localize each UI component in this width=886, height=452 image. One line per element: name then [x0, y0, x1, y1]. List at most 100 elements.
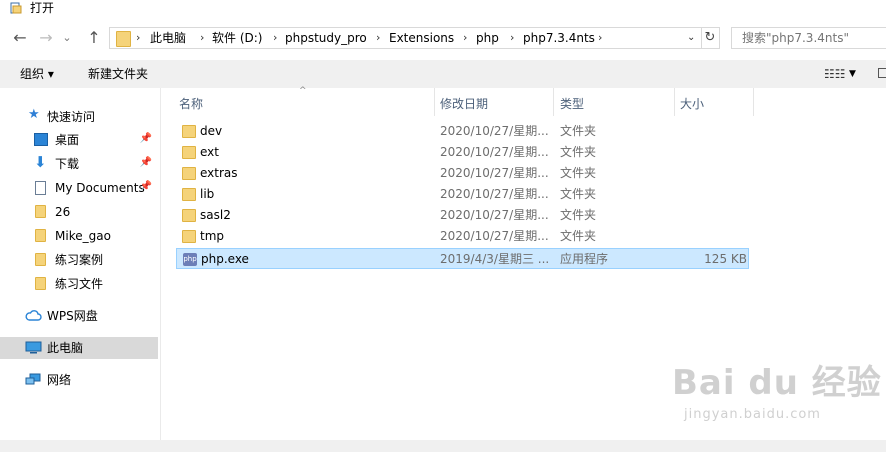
download-icon: ⬇ [34, 153, 47, 171]
file-type: 文件夹 [560, 208, 597, 222]
file-name: php.exe [201, 252, 249, 266]
sidebar-item-quick-access[interactable]: ★ 快速访问 [0, 106, 158, 128]
back-button[interactable]: ← [10, 28, 30, 48]
file-modified: 2020/10/27/星期... [440, 124, 549, 138]
forward-button[interactable]: → [36, 28, 56, 48]
folder-icon [182, 125, 196, 138]
sidebar-item-practice-cases[interactable]: 练习案例 [0, 249, 158, 271]
sidebar-item-label: 下载 [55, 157, 80, 171]
address-bar[interactable]: › 此电脑 › 软件 (D:) › phpstudy_pro › Extensi… [109, 27, 702, 49]
file-modified: 2020/10/27/星期... [440, 166, 549, 180]
view-dropdown-icon[interactable]: ▼ [849, 64, 856, 84]
sidebar-item-label: 网络 [47, 373, 72, 387]
new-folder-button[interactable]: 新建文件夹 [88, 64, 148, 84]
breadcrumb-php734nts[interactable]: php7.3.4nts [523, 28, 595, 48]
table-row[interactable]: dev 2020/10/27/星期... 文件夹 [176, 121, 749, 142]
chevron-right-icon[interactable]: › [598, 28, 602, 48]
file-modified: 2019/4/3/星期三 ... [440, 252, 550, 266]
watermark-url: jingyan.baidu.com [684, 407, 821, 422]
view-options-icon[interactable]: ☷☷ [824, 64, 846, 84]
organize-button[interactable]: 组织 ▾ [20, 64, 54, 84]
breadcrumb-phpstudy[interactable]: phpstudy_pro [285, 28, 367, 48]
sidebar-item-my-documents[interactable]: My Documents 📌 [0, 177, 158, 199]
file-name: tmp [200, 229, 225, 243]
file-type: 文件夹 [560, 187, 597, 201]
file-type: 文件夹 [560, 145, 597, 159]
table-row[interactable]: sasl2 2020/10/27/星期... 文件夹 [176, 205, 749, 226]
file-type: 文件夹 [560, 166, 597, 180]
sidebar-item-mike-gao[interactable]: Mike_gao [0, 225, 158, 247]
sidebar-item-this-pc[interactable]: 此电脑 [0, 337, 158, 359]
file-name: extras [200, 166, 238, 180]
star-icon: ★ [28, 107, 40, 122]
file-name: sasl2 [200, 208, 231, 222]
folder-icon [182, 167, 196, 180]
table-row[interactable]: extras 2020/10/27/星期... 文件夹 [176, 163, 749, 184]
column-divider[interactable] [753, 88, 754, 116]
sidebar-item-practice-files[interactable]: 练习文件 [0, 273, 158, 295]
chevron-right-icon[interactable]: › [273, 28, 277, 48]
php-file-icon: php [183, 253, 197, 266]
breadcrumb-php[interactable]: php [476, 28, 499, 48]
pin-icon[interactable]: 📌 [140, 133, 152, 144]
refresh-button[interactable]: ↻ [701, 27, 720, 49]
folder-icon [182, 230, 196, 243]
column-header-modified[interactable]: 修改日期 [440, 92, 488, 116]
folder-icon [35, 229, 46, 242]
sidebar-item-downloads[interactable]: ⬇ 下载 📌 [0, 153, 158, 175]
document-icon [35, 181, 46, 195]
toolbar: 组织 ▾ 新建文件夹 ☷☷ ▼ [0, 60, 886, 88]
sidebar-item-label: Mike_gao [55, 229, 111, 243]
computer-icon [25, 341, 42, 354]
table-row[interactable]: tmp 2020/10/27/星期... 文件夹 [176, 226, 749, 247]
table-row[interactable]: ext 2020/10/27/星期... 文件夹 [176, 142, 749, 163]
chevron-right-icon[interactable]: › [136, 28, 140, 48]
chevron-right-icon[interactable]: › [200, 28, 204, 48]
breadcrumb-drive-d[interactable]: 软件 (D:) [212, 28, 262, 48]
baidu-watermark: Bai du 经验 jingyan.baidu.com [672, 355, 882, 435]
folder-icon [116, 31, 131, 47]
sidebar-item-network[interactable]: 网络 [0, 369, 158, 391]
folder-icon [182, 146, 196, 159]
search-input[interactable] [731, 27, 886, 49]
sidebar-item-label: 桌面 [55, 133, 80, 147]
folder-icon [182, 209, 196, 222]
folder-icon [35, 277, 46, 290]
column-header-size[interactable]: 大小 [680, 92, 704, 116]
title-bar: 打开 [0, 0, 886, 18]
chevron-right-icon[interactable]: › [510, 28, 514, 48]
column-divider[interactable] [674, 88, 675, 116]
chevron-right-icon[interactable]: › [463, 28, 467, 48]
preview-pane-icon[interactable] [878, 68, 886, 78]
column-header-name[interactable]: 名称 [179, 92, 203, 116]
table-row[interactable]: lib 2020/10/27/星期... 文件夹 [176, 184, 749, 205]
file-type: 文件夹 [560, 229, 597, 243]
file-name: ext [200, 145, 219, 159]
table-row-selected[interactable]: php php.exe 2019/4/3/星期三 ... 应用程序 125 KB [176, 248, 749, 269]
sidebar-item-label: 练习文件 [55, 277, 104, 291]
bottom-strip [0, 440, 886, 452]
sidebar-item-wps-cloud[interactable]: WPS网盘 [0, 305, 158, 327]
column-divider[interactable] [553, 88, 554, 116]
file-name: lib [200, 187, 215, 201]
sidebar-item-label: 此电脑 [47, 341, 84, 355]
recent-locations-dropdown[interactable]: ⌄ [60, 28, 74, 48]
address-dropdown-icon[interactable]: ⌄ [687, 28, 695, 48]
pin-icon[interactable]: 📌 [140, 157, 152, 168]
breadcrumb-this-pc[interactable]: 此电脑 [150, 28, 186, 48]
pin-icon[interactable]: 📌 [140, 181, 152, 192]
column-header-type[interactable]: 类型 [560, 92, 584, 116]
sidebar-item-desktop[interactable]: 桌面 📌 [0, 129, 158, 151]
file-type: 文件夹 [560, 124, 597, 138]
chevron-right-icon[interactable]: › [376, 28, 380, 48]
breadcrumb-extensions[interactable]: Extensions [389, 28, 454, 48]
folder-icon [182, 188, 196, 201]
sidebar-item-label: 26 [55, 205, 71, 219]
file-type: 应用程序 [560, 252, 609, 266]
up-button[interactable]: ↑ [84, 28, 104, 48]
column-divider[interactable] [434, 88, 435, 116]
watermark-logo-text: Bai du 经验 [672, 363, 882, 403]
window-title: 打开 [30, 1, 55, 15]
sidebar-item-label: 快速访问 [47, 110, 96, 124]
sidebar-item-folder-26[interactable]: 26 [0, 201, 158, 223]
